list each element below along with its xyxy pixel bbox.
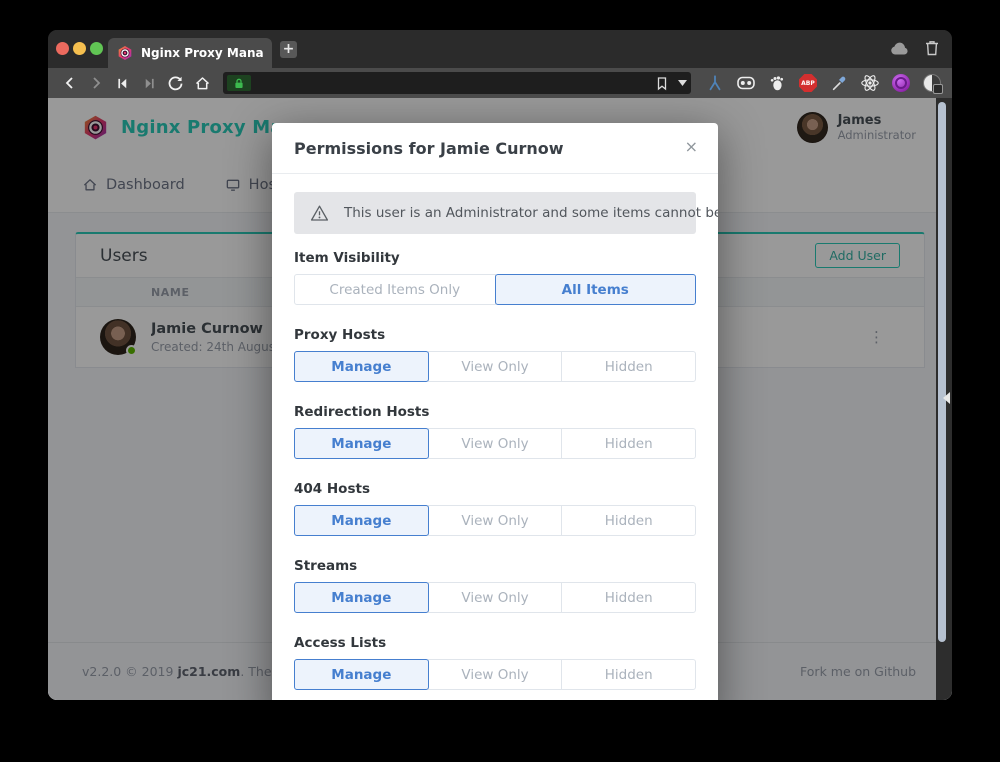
alert-text: This user is an Administrator and some i… (344, 205, 718, 221)
screenshot-stage: Nginx Proxy Manager + (0, 0, 1000, 762)
permission-section: Proxy Hosts ManageView OnlyHidden (294, 327, 696, 382)
permission-sections: Item Visibility Created Items OnlyAll It… (294, 250, 696, 690)
perm-option-manage[interactable]: Manage (294, 505, 429, 536)
back-icon[interactable] (58, 72, 81, 94)
sync-cloud-icon[interactable] (890, 41, 910, 56)
extension-react-devtools-icon[interactable] (860, 73, 880, 93)
perm-option-manage[interactable]: Manage (294, 351, 429, 382)
permission-section-label: Item Visibility (294, 250, 696, 266)
extension-color-picker-icon[interactable] (829, 73, 849, 93)
permission-section-label: Access Lists (294, 635, 696, 651)
perm-option-manage[interactable]: Manage (294, 659, 429, 690)
permission-section: 404 Hosts ManageView OnlyHidden (294, 481, 696, 536)
perm-option-view-only[interactable]: View Only (428, 428, 563, 459)
page-viewport: Nginx Proxy Manager James Administrator … (48, 98, 952, 700)
rewind-icon[interactable] (111, 72, 134, 94)
perm-option-hidden[interactable]: Hidden (561, 659, 696, 690)
extension-purple-icon[interactable] (891, 73, 911, 93)
permission-section: Redirection Hosts ManageView OnlyHidden (294, 404, 696, 459)
bookmark-icon[interactable] (655, 76, 669, 91)
admin-warning-alert: This user is an Administrator and some i… (294, 192, 696, 234)
perm-option-hidden[interactable]: Hidden (561, 582, 696, 613)
tab-favicon-npm-logo (117, 45, 133, 61)
browser-tab[interactable]: Nginx Proxy Manager (108, 38, 272, 68)
permission-button-group: ManageView OnlyHidden (294, 582, 696, 613)
permission-section-label: 404 Hosts (294, 481, 696, 497)
address-bar[interactable] (223, 72, 691, 94)
perm-option-manage[interactable]: Manage (294, 582, 429, 613)
window-close-button[interactable] (56, 42, 69, 55)
permission-button-group: ManageView OnlyHidden (294, 428, 696, 459)
browser-window: Nginx Proxy Manager + (48, 30, 952, 700)
reload-icon[interactable] (164, 72, 187, 94)
permissions-modal: Permissions for Jamie Curnow × This user… (272, 123, 718, 700)
home-icon[interactable] (190, 72, 213, 94)
perm-option-created-items-only[interactable]: Created Items Only (294, 274, 496, 305)
forward-icon[interactable] (84, 72, 107, 94)
perm-option-hidden[interactable]: Hidden (561, 505, 696, 536)
permission-section: Streams ManageView OnlyHidden (294, 558, 696, 613)
new-tab-button[interactable]: + (280, 41, 297, 58)
permission-section-label: Redirection Hosts (294, 404, 696, 420)
perm-option-all-items[interactable]: All Items (495, 274, 697, 305)
permission-button-group: Created Items OnlyAll Items (294, 274, 696, 305)
panel-toggle-arrow-icon[interactable] (943, 392, 950, 404)
window-minimize-button[interactable] (73, 42, 86, 55)
https-lock-icon[interactable] (227, 75, 251, 91)
permission-button-group: ManageView OnlyHidden (294, 659, 696, 690)
permission-section-label: Streams (294, 558, 696, 574)
fast-forward-icon[interactable] (137, 72, 160, 94)
close-icon[interactable]: × (685, 137, 698, 157)
perm-option-hidden[interactable]: Hidden (561, 351, 696, 382)
permission-button-group: ManageView OnlyHidden (294, 351, 696, 382)
permission-button-group: ManageView OnlyHidden (294, 505, 696, 536)
perm-option-view-only[interactable]: View Only (428, 659, 563, 690)
perm-option-view-only[interactable]: View Only (428, 351, 563, 382)
perm-option-hidden[interactable]: Hidden (561, 428, 696, 459)
permission-section-label: Proxy Hosts (294, 327, 696, 343)
extension-dark-reader-icon[interactable] (922, 73, 942, 93)
permission-section: Access Lists ManageView OnlyHidden (294, 635, 696, 690)
modal-title: Permissions for Jamie Curnow (294, 139, 564, 158)
extension-proxy-icon[interactable] (705, 73, 725, 93)
bookmark-dropdown-caret-icon[interactable] (678, 80, 687, 86)
window-zoom-button[interactable] (90, 42, 103, 55)
perm-option-view-only[interactable]: View Only (428, 505, 563, 536)
tab-title: Nginx Proxy Manager (141, 46, 263, 60)
trash-icon[interactable] (924, 39, 940, 57)
extension-goggles-icon[interactable] (736, 73, 756, 93)
scrollbar-thumb[interactable] (938, 102, 946, 642)
browser-tab-bar: Nginx Proxy Manager + (48, 30, 952, 68)
extension-gnome-foot-icon[interactable] (767, 73, 787, 93)
browser-toolbar: ABP (48, 68, 952, 98)
permission-section: Item Visibility Created Items OnlyAll It… (294, 250, 696, 305)
extension-adblock-plus-icon[interactable]: ABP (798, 73, 818, 93)
perm-option-manage[interactable]: Manage (294, 428, 429, 459)
warning-triangle-icon (310, 204, 329, 222)
perm-option-view-only[interactable]: View Only (428, 582, 563, 613)
